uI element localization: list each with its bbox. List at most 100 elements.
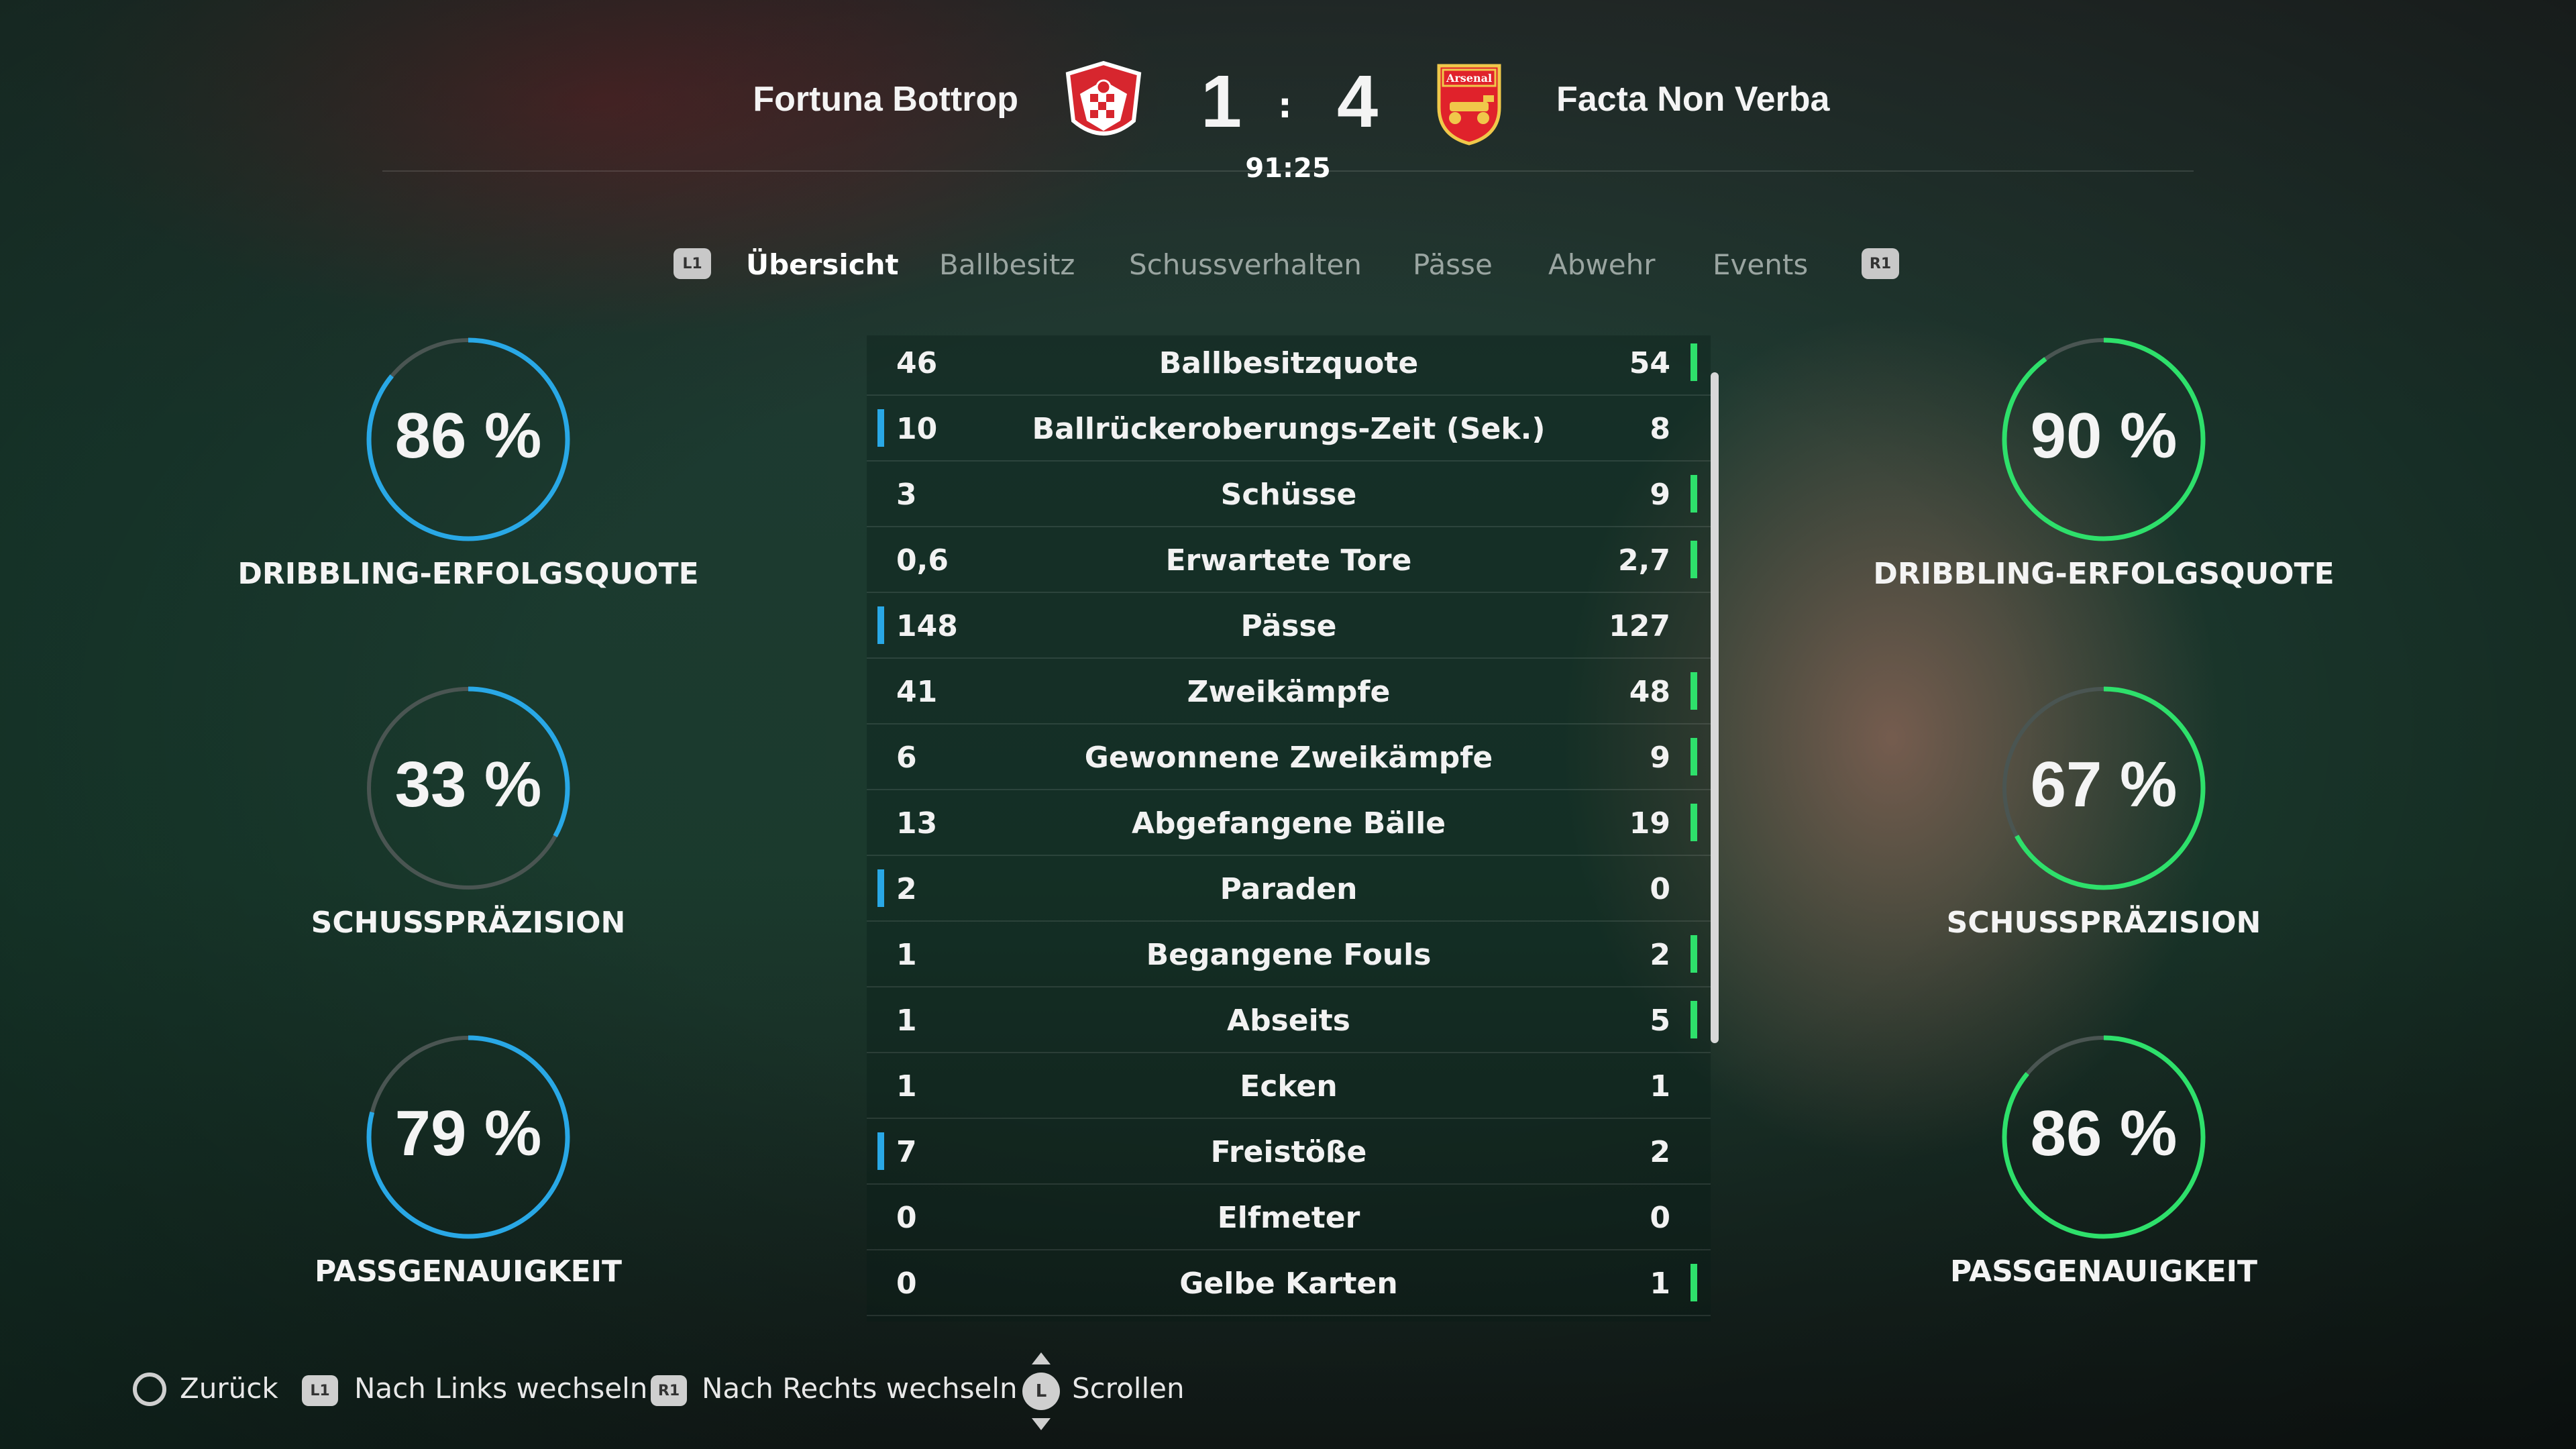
away-stat-value: 9 xyxy=(1650,478,1670,512)
home-team-name: Fortuna Bottrop xyxy=(753,80,1018,119)
stat-row: 2 Paraden 0 xyxy=(867,856,1711,922)
away-ring-value: 67 % xyxy=(2030,749,2178,820)
stat-row: 148 Pässe 127 xyxy=(867,593,1711,659)
back-label[interactable]: Zurück xyxy=(180,1372,278,1405)
away-ring-value: 90 % xyxy=(2030,400,2178,472)
header-divider xyxy=(382,170,2194,172)
home-ring-0: 86 % xyxy=(361,332,576,547)
away-stat-value: 2,7 xyxy=(1618,543,1670,578)
stat-label: Gelbe Karten xyxy=(1179,1267,1398,1301)
left-stick-icon[interactable]: L xyxy=(1022,1373,1060,1410)
row-divider xyxy=(867,1315,1711,1316)
away-crest-text: Arsenal xyxy=(1446,72,1492,85)
away-ring-value: 86 % xyxy=(2030,1097,2178,1169)
tab-events[interactable]: Events xyxy=(1713,248,1808,281)
home-ring-value: 86 % xyxy=(394,400,542,472)
tab-paesse[interactable]: Pässe xyxy=(1413,248,1493,281)
scroll-down-arrow-icon xyxy=(1032,1418,1051,1430)
away-stat-value: 19 xyxy=(1629,806,1670,841)
stat-row: 0 Gelbe Karten 1 xyxy=(867,1250,1711,1316)
stat-label: Schüsse xyxy=(1220,478,1357,512)
stat-row: 1 Ecken 1 xyxy=(867,1053,1711,1119)
away-stat-value: 0 xyxy=(1650,1201,1670,1235)
away-ring-label: SCHUSSPRÄZISION xyxy=(1946,906,2261,940)
tab-uebersicht[interactable]: Übersicht xyxy=(746,248,899,281)
stat-label: Ecken xyxy=(1240,1069,1338,1104)
switch-left-label[interactable]: Nach Links wechseln xyxy=(354,1372,647,1405)
home-ring-label: SCHUSSPRÄZISION xyxy=(311,906,626,940)
home-ring-label: DRIBBLING-ERFOLGSQUOTE xyxy=(237,557,699,591)
away-team-crest: Arsenal xyxy=(1437,64,1501,146)
stat-row: 13 Abgefangene Bälle 19 xyxy=(867,790,1711,856)
away-leader-marker xyxy=(1690,1264,1697,1301)
stat-label: Paraden xyxy=(1220,872,1358,906)
away-stat-value: 48 xyxy=(1629,675,1670,709)
away-stat-value: 2 xyxy=(1650,938,1670,972)
away-ring-0: 90 % xyxy=(1996,332,2211,547)
r1-button-icon[interactable]: R1 xyxy=(651,1375,687,1406)
stat-label: Abgefangene Bälle xyxy=(1131,806,1446,841)
away-leader-marker xyxy=(1690,935,1697,973)
circle-button-icon[interactable] xyxy=(133,1373,166,1406)
scroll-label[interactable]: Scrollen xyxy=(1072,1372,1185,1405)
away-stat-value: 1 xyxy=(1650,1267,1670,1301)
stat-row: 1 Begangene Fouls 2 xyxy=(867,922,1711,987)
away-score: 4 xyxy=(1337,60,1379,143)
away-leader-marker xyxy=(1690,672,1697,710)
home-ring-value: 79 % xyxy=(394,1097,542,1169)
away-stat-value: 54 xyxy=(1629,346,1670,380)
stats-scrollbar[interactable] xyxy=(1711,372,1719,1043)
away-stat-value: 127 xyxy=(1609,609,1670,643)
stat-row: 3 Schüsse 9 xyxy=(867,462,1711,527)
stat-label: Pässe xyxy=(1240,609,1337,643)
stat-label: Erwartete Tore xyxy=(1165,543,1412,578)
stat-row: 0,6 Erwartete Tore 2,7 xyxy=(867,527,1711,593)
stat-label: Zweikämpfe xyxy=(1187,675,1391,709)
tab-ballbesitz[interactable]: Ballbesitz xyxy=(939,248,1075,281)
away-ring-2: 86 % xyxy=(1996,1030,2211,1244)
home-team-crest xyxy=(1065,60,1142,136)
stat-row: 1 Abseits 5 xyxy=(867,987,1711,1053)
away-leader-marker xyxy=(1690,343,1697,381)
away-ring-1: 67 % xyxy=(1996,681,2211,896)
away-ring-label: DRIBBLING-ERFOLGSQUOTE xyxy=(1873,557,2334,591)
tab-schussverhalten[interactable]: Schussverhalten xyxy=(1129,248,1362,281)
r1-tab-hint-icon[interactable]: R1 xyxy=(1862,248,1899,279)
home-ring-value: 33 % xyxy=(394,749,542,820)
score-separator: : xyxy=(1278,86,1292,126)
stat-row: 41 Zweikämpfe 48 xyxy=(867,659,1711,724)
stat-label: Begangene Fouls xyxy=(1146,938,1432,972)
stat-label: Ballrückeroberungs-Zeit (Sek.) xyxy=(1032,412,1546,446)
away-stat-value: 8 xyxy=(1650,412,1670,446)
home-ring-label: PASSGENAUIGKEIT xyxy=(314,1254,623,1289)
stat-row: 0 Elfmeter 0 xyxy=(867,1185,1711,1250)
switch-right-label[interactable]: Nach Rechts wechseln xyxy=(702,1372,1018,1405)
tab-abwehr[interactable]: Abwehr xyxy=(1548,248,1655,281)
away-leader-marker xyxy=(1690,738,1697,775)
stat-row: 7 Freistöße 2 xyxy=(867,1119,1711,1185)
l1-tab-hint-icon[interactable]: L1 xyxy=(674,248,711,279)
stat-label: Ballbesitzquote xyxy=(1159,346,1419,380)
stat-row: 10 Ballrückeroberungs-Zeit (Sek.) 8 xyxy=(867,396,1711,462)
away-stat-value: 0 xyxy=(1650,872,1670,906)
stat-label: Gewonnene Zweikämpfe xyxy=(1084,741,1493,775)
stat-row: 6 Gewonnene Zweikämpfe 9 xyxy=(867,724,1711,790)
stat-label: Freistöße xyxy=(1210,1135,1367,1169)
away-stat-value: 1 xyxy=(1650,1069,1670,1104)
away-stat-value: 2 xyxy=(1650,1135,1670,1169)
stat-row: 46 Ballbesitzquote 54 xyxy=(867,330,1711,396)
stat-label: Elfmeter xyxy=(1217,1201,1360,1235)
home-ring-1: 33 % xyxy=(361,681,576,896)
away-leader-marker xyxy=(1690,1001,1697,1038)
home-ring-2: 79 % xyxy=(361,1030,576,1244)
away-team-name: Facta Non Verba xyxy=(1556,80,1830,119)
away-leader-marker xyxy=(1690,541,1697,578)
stat-label: Abseits xyxy=(1227,1004,1350,1038)
away-stat-value: 9 xyxy=(1650,741,1670,775)
l1-button-icon[interactable]: L1 xyxy=(302,1375,338,1406)
home-score: 1 xyxy=(1201,60,1242,143)
away-ring-label: PASSGENAUIGKEIT xyxy=(1949,1254,2258,1289)
away-leader-marker xyxy=(1690,804,1697,841)
away-leader-marker xyxy=(1690,475,1697,513)
scroll-up-arrow-icon xyxy=(1032,1352,1051,1364)
